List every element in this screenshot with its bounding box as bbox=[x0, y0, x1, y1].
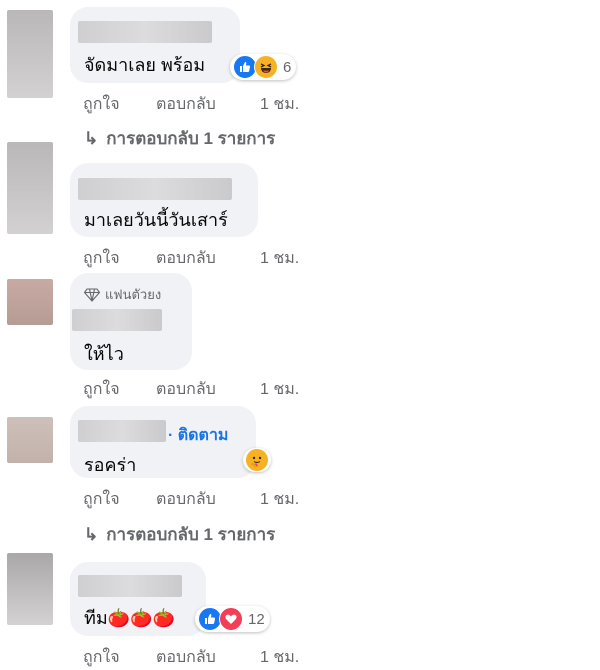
view-replies-link[interactable]: ↳ การตอบกลับ 1 รายการ bbox=[84, 125, 275, 152]
like-button[interactable]: ถูกใจ bbox=[83, 92, 120, 117]
comment-text: ให้ไว bbox=[84, 344, 124, 364]
comment-text: รอคร่า bbox=[84, 455, 137, 475]
reply-button[interactable]: ตอบกลับ bbox=[156, 487, 216, 512]
reply-button[interactable]: ตอบกลับ bbox=[156, 645, 216, 670]
timestamp[interactable]: 1 ชม. bbox=[260, 487, 299, 512]
comment-text: จัดมาเลย พร้อม bbox=[84, 55, 206, 75]
timestamp[interactable]: 1 ชม. bbox=[260, 246, 299, 271]
comment-bubble: ทีม🍅🍅🍅 bbox=[70, 562, 206, 636]
reaction-summary[interactable]: 12 bbox=[195, 606, 270, 632]
reply-button[interactable]: ตอบกลับ bbox=[156, 377, 216, 402]
timestamp[interactable]: 1 ชม. bbox=[260, 92, 299, 117]
like-button[interactable]: ถูกใจ bbox=[83, 377, 120, 402]
commenter-name-blurred[interactable] bbox=[78, 21, 212, 43]
avatar[interactable] bbox=[7, 417, 53, 463]
replies-label: การตอบกลับ 1 รายการ bbox=[106, 129, 276, 148]
comment-bubble: มาเลยวันนี้วันเสาร์ bbox=[70, 163, 258, 237]
comment-bubble: จัดมาเลย พร้อม bbox=[70, 7, 240, 83]
timestamp[interactable]: 1 ชม. bbox=[260, 645, 299, 670]
timestamp[interactable]: 1 ชม. bbox=[260, 377, 299, 402]
comment-text: ทีม🍅🍅🍅 bbox=[84, 608, 175, 628]
avatar[interactable] bbox=[7, 10, 53, 98]
view-replies-link[interactable]: ↳ การตอบกลับ 1 รายการ bbox=[84, 521, 275, 548]
commenter-name-blurred[interactable] bbox=[78, 420, 166, 442]
like-button[interactable]: ถูกใจ bbox=[83, 645, 120, 670]
reply-button[interactable]: ตอบกลับ bbox=[156, 246, 216, 271]
comment-text: มาเลยวันนี้วันเสาร์ bbox=[84, 210, 228, 230]
avatar[interactable] bbox=[7, 279, 53, 325]
commenter-name-blurred[interactable] bbox=[78, 178, 232, 200]
like-button[interactable]: ถูกใจ bbox=[83, 246, 120, 271]
commenter-name-blurred[interactable] bbox=[78, 575, 182, 597]
like-button[interactable]: ถูกใจ bbox=[83, 487, 120, 512]
love-icon bbox=[219, 607, 243, 631]
reaction-count: 12 bbox=[248, 610, 265, 628]
comment-bubble: แฟนตัวยง ให้ไว bbox=[70, 273, 192, 370]
fan-badge-label: แฟนตัวยง bbox=[105, 287, 162, 302]
reaction-count: 6 bbox=[283, 58, 292, 76]
reaction-summary[interactable]: 6 bbox=[230, 54, 297, 80]
diamond-icon bbox=[84, 287, 100, 302]
reaction-summary[interactable] bbox=[243, 448, 271, 472]
commenter-name-blurred[interactable] bbox=[72, 309, 162, 331]
haha-icon bbox=[254, 55, 278, 79]
comment-bubble: · ติดตาม รอคร่า bbox=[70, 406, 256, 478]
reply-button[interactable]: ตอบกลับ bbox=[156, 92, 216, 117]
avatar[interactable] bbox=[7, 142, 53, 234]
reply-arrow-icon: ↳ bbox=[84, 129, 99, 148]
care-icon bbox=[245, 448, 269, 472]
reply-arrow-icon: ↳ bbox=[84, 525, 99, 544]
follow-button[interactable]: · ติดตาม bbox=[168, 423, 228, 448]
fan-badge[interactable]: แฟนตัวยง bbox=[84, 284, 161, 305]
avatar[interactable] bbox=[7, 553, 53, 625]
replies-label: การตอบกลับ 1 รายการ bbox=[106, 525, 276, 544]
